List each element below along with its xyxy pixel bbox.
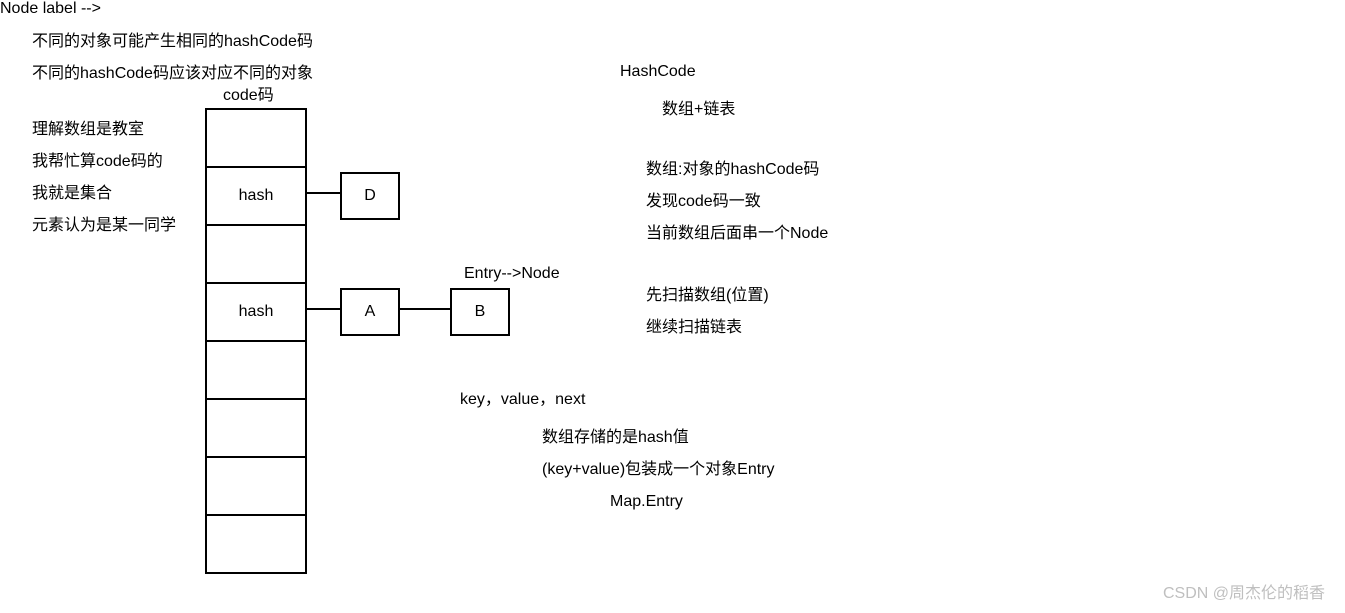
array-cell-3: hash	[207, 284, 305, 342]
array-column: hash hash	[205, 108, 307, 574]
node-a-label: A	[365, 303, 376, 321]
node-d-label: D	[364, 187, 376, 205]
right-r4: 当前数组后面串一个Node	[646, 222, 828, 246]
node-b-label: B	[475, 303, 486, 321]
link-a-to-b	[398, 308, 450, 310]
right-title: HashCode	[620, 60, 696, 84]
kvn-label: key，value，next	[460, 388, 585, 412]
array-cell-4	[207, 342, 305, 400]
center-s2: (key+value)包装成一个对象Entry	[542, 458, 775, 482]
center-s3: Map.Entry	[610, 490, 683, 514]
right-r2: 数组:对象的hashCode码	[646, 158, 819, 182]
right-r1: 数组+链表	[662, 98, 735, 122]
entry-node-label: Entry-->Node	[464, 262, 560, 286]
array-label: code码	[223, 84, 274, 108]
header-line-2: 不同的hashCode码应该对应不同的对象	[32, 62, 313, 86]
right-r3: 发现code码一致	[646, 190, 761, 214]
left-note-3: 我就是集合	[32, 182, 112, 206]
node-a: A	[340, 288, 400, 336]
node-d: D	[340, 172, 400, 220]
link-cell3-to-a	[305, 308, 340, 310]
link-cell1-to-d	[305, 192, 340, 194]
array-cell-5	[207, 400, 305, 458]
left-note-1: 理解数组是教室	[32, 118, 144, 142]
header-line-1: 不同的对象可能产生相同的hashCode码	[32, 30, 313, 54]
array-cell-7	[207, 516, 305, 574]
node-b: B	[450, 288, 510, 336]
left-note-2: 我帮忙算code码的	[32, 150, 163, 174]
center-s1: 数组存储的是hash值	[542, 426, 689, 450]
array-cell-1: hash	[207, 168, 305, 226]
array-cell-0	[207, 110, 305, 168]
array-cell-2	[207, 226, 305, 284]
right-r6: 继续扫描链表	[646, 316, 742, 340]
left-note-4: 元素认为是某一同学	[32, 214, 176, 238]
array-cell-6	[207, 458, 305, 516]
right-r5: 先扫描数组(位置)	[646, 284, 769, 308]
watermark: CSDN @周杰伦的稻香	[1163, 579, 1325, 603]
